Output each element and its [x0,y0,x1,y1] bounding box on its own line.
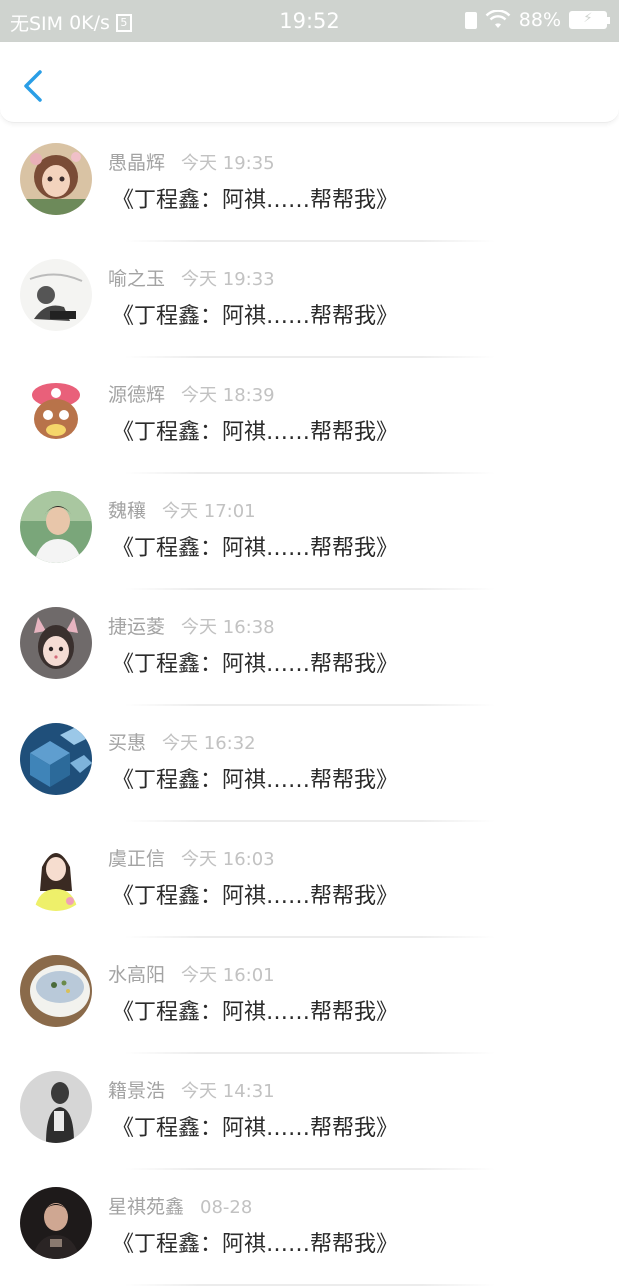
message-time: 今天 16:32 [162,733,256,754]
gray-figure-avatar [20,1071,92,1143]
avatar[interactable] [20,1071,92,1143]
avatar[interactable] [20,259,92,331]
contact-name-row: 籍景浩 今天 14:31 [108,1076,275,1103]
message-preview: 《丁程鑫：阿祺……帮帮我》 [112,188,399,213]
message-time: 今天 16:03 [181,849,275,870]
contact-name: 愚晶辉 [108,152,166,174]
battery-icon: ⚡ [569,11,610,29]
avatar[interactable] [20,1187,92,1259]
young-man-avatar [20,491,92,563]
contact-name-row: 捷运菱 今天 16:38 [108,612,275,639]
contact-name-row: 星祺苑鑫 08-28 [108,1192,252,1219]
conversation-item[interactable]: 喻之玉 今天 19:33 《丁程鑫：阿祺……帮帮我》 [0,242,619,358]
chevron-left-icon [24,70,42,102]
wifi-icon [485,10,511,28]
girl-yellow-shirt-avatar [20,839,92,911]
conversation-item[interactable]: 籍景浩 今天 14:31 《丁程鑫：阿祺……帮帮我》 [0,1054,619,1170]
message-preview: 《丁程鑫：阿祺……帮帮我》 [112,1116,399,1141]
contact-name-row: 魏穰 今天 17:01 [108,496,256,523]
dark-portrait-avatar [20,1187,92,1259]
conversation-item[interactable]: 星祺苑鑫 08-28 《丁程鑫：阿祺……帮帮我》 [0,1170,619,1286]
conversation-list: 愚晶辉 今天 19:35 《丁程鑫：阿祺……帮帮我》 喻之玉 今天 19:33 《丁… [0,126,619,1286]
status-bar: 无SIM 0K/s 5 19:52 88% ⚡ [0,0,619,42]
conversation-item[interactable]: 源德辉 今天 18:39 《丁程鑫：阿祺……帮帮我》 [0,358,619,474]
message-preview: 《丁程鑫：阿祺……帮帮我》 [112,304,399,329]
avatar[interactable] [20,607,92,679]
contact-name-row: 水高阳 今天 16:01 [108,960,275,987]
message-preview: 《丁程鑫：阿祺……帮帮我》 [112,420,399,445]
message-time: 今天 19:35 [181,153,275,174]
contact-name: 水高阳 [108,964,166,986]
contact-name-row: 喻之玉 今天 19:33 [108,264,275,291]
contact-name: 星祺苑鑫 [108,1196,185,1218]
contact-name: 虞正信 [108,848,166,870]
contact-name-row: 买惠 今天 16:32 [108,728,256,755]
battery-percent: 88% [518,9,561,31]
status-right: 88% ⚡ [464,9,610,31]
cartoon-reindeer-avatar [20,375,92,447]
dessert-bowl-avatar [20,955,92,1027]
conversation-item[interactable]: 魏穰 今天 17:01 《丁程鑫：阿祺……帮帮我》 [0,474,619,590]
conversation-item[interactable]: 水高阳 今天 16:01 《丁程鑫：阿祺……帮帮我》 [0,938,619,1054]
conversation-item[interactable]: 捷运菱 今天 16:38 《丁程鑫：阿祺……帮帮我》 [0,590,619,706]
anime-girl-avatar [20,143,92,215]
contact-name: 魏穰 [108,500,147,522]
contact-name: 买惠 [108,732,147,754]
contact-name-row: 愚晶辉 今天 19:35 [108,148,275,175]
back-button[interactable] [18,66,48,106]
contact-name: 喻之玉 [108,268,166,290]
contact-name: 源德辉 [108,384,166,406]
message-time: 今天 17:01 [162,501,256,522]
blue-cubes-avatar [20,723,92,795]
avatar[interactable] [20,839,92,911]
avatar[interactable] [20,375,92,447]
message-preview: 《丁程鑫：阿祺……帮帮我》 [112,536,399,561]
conversation-item[interactable]: 买惠 今天 16:32 《丁程鑫：阿祺……帮帮我》 [0,706,619,822]
avatar[interactable] [20,955,92,1027]
avatar[interactable] [20,723,92,795]
message-preview: 《丁程鑫：阿祺……帮帮我》 [112,1232,399,1257]
avatar[interactable] [20,143,92,215]
cat-ear-girl-avatar [20,607,92,679]
contact-name-row: 虞正信 今天 16:03 [108,844,275,871]
message-time: 今天 16:01 [181,965,275,986]
conversation-item[interactable]: 愚晶辉 今天 19:35 《丁程鑫：阿祺……帮帮我》 [0,126,619,242]
message-preview: 《丁程鑫：阿祺……帮帮我》 [112,652,399,677]
message-preview: 《丁程鑫：阿祺……帮帮我》 [112,1000,399,1025]
avatar[interactable] [20,491,92,563]
contact-name-row: 源德辉 今天 18:39 [108,380,275,407]
message-time: 今天 19:33 [181,269,275,290]
nav-bar [0,42,619,123]
conversation-item[interactable]: 虞正信 今天 16:03 《丁程鑫：阿祺……帮帮我》 [0,822,619,938]
message-time: 今天 18:39 [181,385,275,406]
message-time: 今天 14:31 [181,1081,275,1102]
contact-name: 籍景浩 [108,1080,166,1102]
battery-saver-icon [464,11,477,29]
contact-name: 捷运菱 [108,616,166,638]
message-time: 08-28 [200,1197,253,1218]
sketch-figure-avatar [20,259,92,331]
message-time: 今天 16:38 [181,617,275,638]
message-preview: 《丁程鑫：阿祺……帮帮我》 [112,768,399,793]
message-preview: 《丁程鑫：阿祺……帮帮我》 [112,884,399,909]
